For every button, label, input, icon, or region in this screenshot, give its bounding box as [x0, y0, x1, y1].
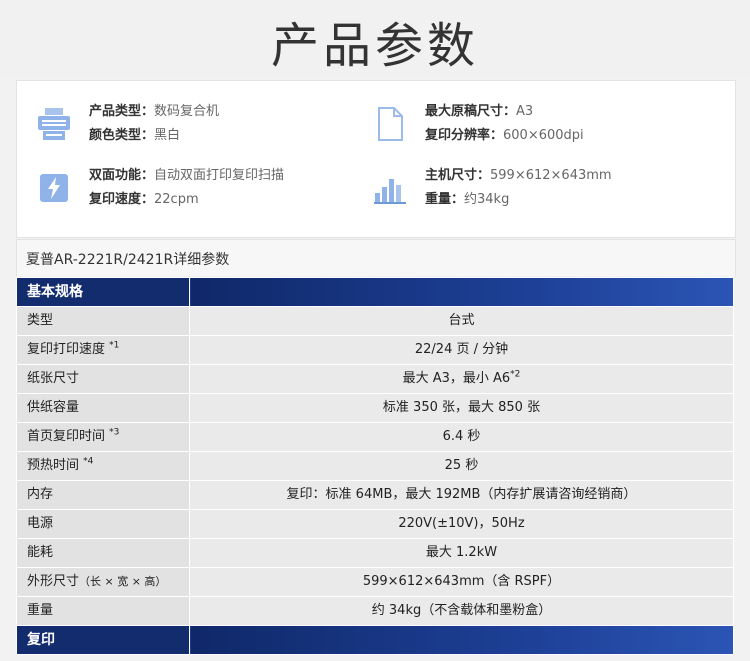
table-row: 能耗 最大 1.2kW	[16, 538, 734, 568]
table-row: 重量 约 34kg（不含载体和墨粉盒）	[16, 596, 734, 626]
summary-panel: 产品类型：数码复合机 颜色类型：黑白 最大原稿尺寸：A3 复印分辨率：600×6…	[16, 80, 736, 238]
spec-value: 标准 350 张，最大 850 张	[189, 393, 734, 423]
spec-label: 供纸容量	[16, 393, 190, 423]
spec-label: 内存	[16, 480, 190, 510]
spec-value: 台式	[189, 306, 734, 336]
color-type-label: 颜色类型：	[89, 128, 155, 143]
section-title-basic: 基本规格	[16, 277, 190, 307]
summary-color-type: 颜色类型：黑白	[89, 127, 180, 145]
spec-table: 基本规格 类型 台式 复印打印速度 *1 22/24 页 / 分钟 纸张尺寸 最…	[16, 277, 734, 655]
section-row-copy: 复印	[16, 625, 734, 655]
resolution-label: 复印分辨率：	[425, 128, 504, 143]
copy-speed-value: 22cpm	[154, 192, 199, 207]
summary-block-original: 最大原稿尺寸：A3 复印分辨率：600×600dpi	[373, 101, 713, 151]
summary-product-type: 产品类型：数码复合机	[89, 103, 219, 121]
document-icon	[378, 107, 403, 141]
resolution-value: 600×600dpi	[503, 128, 584, 143]
spec-value: 最大 1.2kW	[189, 538, 734, 568]
summary-copy-speed: 复印速度：22cpm	[89, 191, 199, 209]
duplex-label: 双面功能：	[89, 168, 155, 183]
section-fill	[189, 277, 734, 307]
max-original-value: A3	[516, 104, 534, 119]
page-title: 产品参数	[270, 18, 479, 74]
footnote-mark: *4	[83, 456, 94, 467]
spec-label-cell: 复印打印速度 *1	[16, 335, 190, 365]
spec-label: 纸张尺寸	[16, 364, 190, 394]
spec-value: 复印：标准 64MB，最大 192MB（内存扩展请咨询经销商）	[189, 480, 734, 510]
spec-label: 外形尺寸	[27, 574, 80, 589]
spec-label: 重量	[16, 596, 190, 626]
table-row: 预热时间 *4 25 秒	[16, 451, 734, 481]
main-size-label: 主机尺寸：	[425, 168, 491, 183]
spec-label: 能耗	[16, 538, 190, 568]
table-row: 电源 220V(±10V)，50Hz	[16, 509, 734, 539]
summary-resolution: 复印分辨率：600×600dpi	[425, 127, 584, 145]
spec-label: 类型	[16, 306, 190, 336]
footnote-mark: *3	[109, 427, 120, 438]
model-header-title: 夏普AR-2221R/2421R详细参数	[26, 252, 230, 268]
product-type-label: 产品类型：	[89, 104, 155, 119]
summary-main-size: 主机尺寸：599×612×643mm	[425, 167, 612, 185]
summary-block-size: 主机尺寸：599×612×643mm 重量：约34kg	[373, 165, 713, 215]
spec-value-cell: 最大 A3，最小 A6*2	[189, 364, 734, 394]
spec-label: 首页复印时间	[27, 429, 106, 444]
spec-value: 599×612×643mm（含 RSPF）	[189, 567, 734, 597]
spec-value: 220V(±10V)，50Hz	[189, 509, 734, 539]
spec-label-note: （长 × 宽 × 高）	[79, 575, 167, 588]
summary-block-type: 产品类型：数码复合机 颜色类型：黑白	[37, 101, 357, 151]
table-row: 内存 复印：标准 64MB，最大 192MB（内存扩展请咨询经销商）	[16, 480, 734, 510]
section-title-copy: 复印	[16, 625, 190, 655]
spec-label: 预热时间	[27, 458, 80, 473]
spec-label-cell: 预热时间 *4	[16, 451, 190, 481]
summary-block-duplex: 双面功能：自动双面打印复印扫描 复印速度：22cpm	[37, 165, 357, 215]
model-header: 夏普AR-2221R/2421R详细参数	[16, 239, 736, 276]
max-original-label: 最大原稿尺寸：	[425, 104, 517, 119]
summary-weight: 重量：约34kg	[425, 191, 509, 209]
duplex-value: 自动双面打印复印扫描	[154, 168, 285, 183]
copy-speed-label: 复印速度：	[89, 192, 155, 207]
spec-label-cell: 首页复印时间 *3	[16, 422, 190, 452]
spec-label: 电源	[16, 509, 190, 539]
spec-value: 约 34kg（不含载体和墨粉盒）	[189, 596, 734, 626]
bar-chart-icon	[374, 179, 406, 204]
spec-value: 25 秒	[189, 451, 734, 481]
printer-icon	[38, 108, 70, 140]
section-row-basic: 基本规格	[16, 277, 734, 307]
main-size-value: 599×612×643mm	[490, 168, 612, 183]
footnote-mark: *1	[109, 340, 120, 351]
spec-value: 6.4 秒	[189, 422, 734, 452]
table-row: 类型 台式	[16, 306, 734, 336]
lightning-icon	[40, 174, 68, 202]
weight-value: 约34kg	[464, 192, 510, 207]
weight-label: 重量：	[425, 192, 465, 207]
footnote-mark: *2	[510, 369, 521, 380]
spec-label: 复印打印速度	[27, 342, 106, 357]
spec-value: 22/24 页 / 分钟	[189, 335, 734, 365]
spec-value: 最大 A3，最小 A6	[402, 371, 511, 386]
title-band: 产品参数	[0, 0, 750, 76]
table-row: 外形尺寸（长 × 宽 × 高） 599×612×643mm（含 RSPF）	[16, 567, 734, 597]
section-fill	[189, 625, 734, 655]
color-type-value: 黑白	[154, 128, 181, 143]
table-row: 复印打印速度 *1 22/24 页 / 分钟	[16, 335, 734, 365]
table-row: 纸张尺寸 最大 A3，最小 A6*2	[16, 364, 734, 394]
spec-label-cell: 外形尺寸（长 × 宽 × 高）	[16, 567, 190, 597]
table-row: 首页复印时间 *3 6.4 秒	[16, 422, 734, 452]
table-row: 供纸容量 标准 350 张，最大 850 张	[16, 393, 734, 423]
product-type-value: 数码复合机	[154, 104, 220, 119]
summary-duplex: 双面功能：自动双面打印复印扫描	[89, 167, 284, 185]
summary-max-original: 最大原稿尺寸：A3	[425, 103, 533, 121]
